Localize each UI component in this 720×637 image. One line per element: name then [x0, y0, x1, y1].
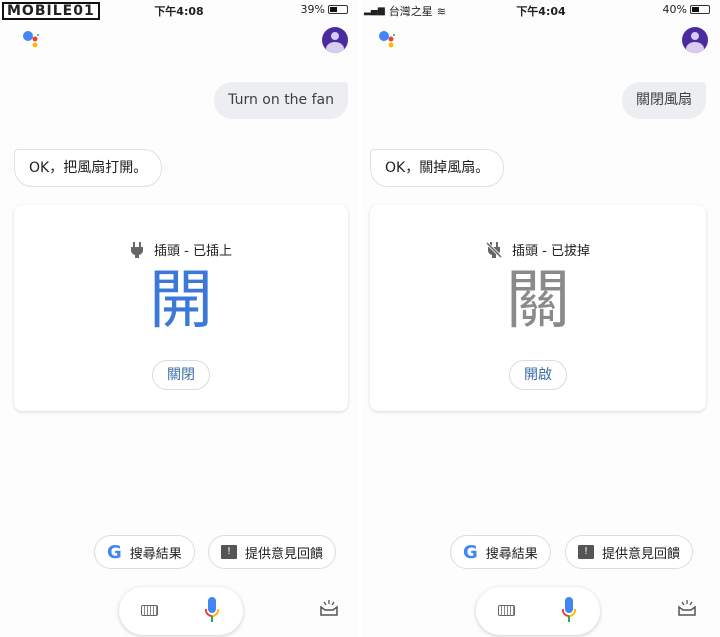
chip-label: 提供意見回饋	[602, 546, 681, 562]
plug-icon	[131, 241, 144, 258]
google-g-icon: G	[463, 541, 478, 563]
status-bar: MOBILE01 下午4:08 39%	[0, 0, 358, 20]
fan-device-card: 插頭 - 已拔掉 關 開啟	[370, 205, 706, 411]
status-bar: ▂▄▆ 台灣之星 ≋ 下午4:04 40%	[362, 0, 720, 20]
feedback-chip[interactable]: ! 提供意見回饋	[208, 535, 337, 569]
plug-off-icon	[486, 241, 503, 258]
input-bar	[119, 587, 243, 635]
explore-tray-icon[interactable]	[678, 600, 696, 616]
user-query-bubble: Turn on the fan	[214, 82, 348, 119]
mic-icon[interactable]	[562, 597, 576, 625]
chip-label: 提供意見回饋	[245, 546, 324, 562]
plug-status: 插頭 - 已拔掉	[512, 244, 590, 259]
chip-label: 搜尋結果	[485, 546, 538, 562]
feedback-icon: !	[578, 545, 594, 559]
feedback-chip[interactable]: ! 提供意見回饋	[565, 535, 694, 569]
search-results-chip[interactable]: G 搜尋結果	[450, 535, 551, 569]
explore-tray-icon[interactable]	[320, 600, 338, 616]
assistant-reply-bubble: OK，關掉風扇。	[370, 149, 505, 187]
battery-percent: 39%	[300, 3, 325, 16]
assistant-reply-bubble: OK，把風扇打開。	[14, 149, 163, 187]
turn-off-button[interactable]: 關閉	[152, 360, 210, 390]
avatar[interactable]	[322, 27, 348, 53]
search-results-chip[interactable]: G 搜尋結果	[94, 535, 195, 569]
feedback-icon: !	[221, 545, 237, 559]
battery-icon	[690, 5, 710, 14]
user-query-bubble: 關閉風扇	[622, 82, 706, 119]
mic-icon[interactable]	[205, 597, 219, 625]
plug-status: 插頭 - 已插上	[154, 244, 232, 259]
assistant-logo-icon	[23, 31, 39, 48]
keyboard-icon[interactable]	[498, 605, 515, 616]
keyboard-icon[interactable]	[141, 605, 158, 616]
battery-icon	[328, 5, 348, 14]
turn-on-button[interactable]: 開啟	[509, 360, 567, 390]
battery-percent: 40%	[662, 3, 687, 16]
assistant-logo-icon	[379, 31, 395, 48]
power-state: 關	[506, 264, 570, 338]
google-g-icon: G	[107, 541, 122, 563]
avatar[interactable]	[682, 27, 708, 53]
assistant-screen-on: MOBILE01 下午4:08 39% Turn on the fan OK，把…	[0, 0, 358, 637]
fan-device-card: 插頭 - 已插上 開 關閉	[14, 205, 348, 411]
input-bar	[476, 587, 600, 635]
power-state: 開	[149, 264, 213, 338]
chip-label: 搜尋結果	[129, 546, 182, 562]
assistant-screen-off: ▂▄▆ 台灣之星 ≋ 下午4:04 40% 關閉風扇 OK，關掉風扇。 插頭 - 已…	[362, 0, 720, 637]
